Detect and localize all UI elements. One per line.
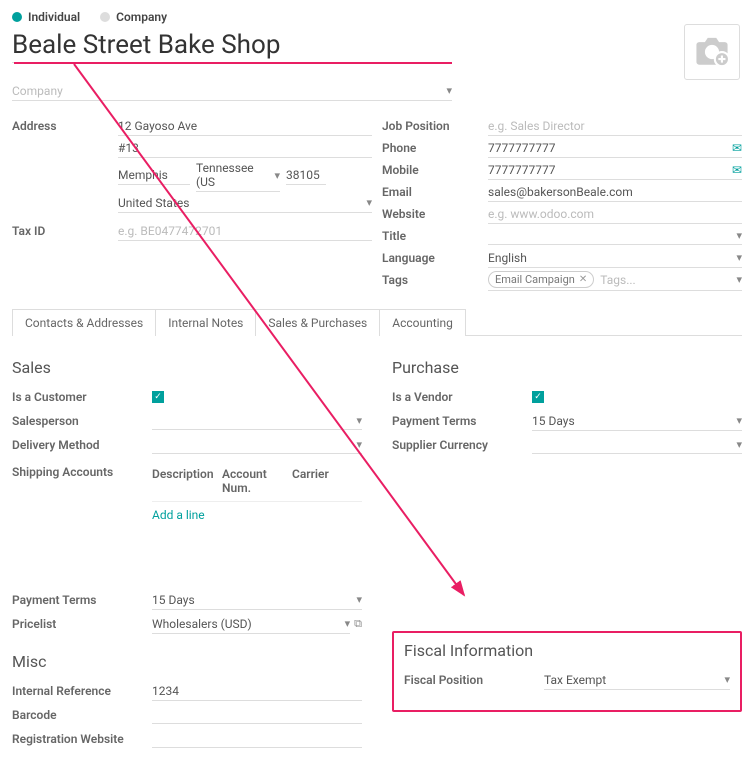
language-label: Language (382, 251, 488, 265)
col-description: Description (152, 467, 222, 495)
shipping-table-header: Description Account Num. Carrier (152, 461, 362, 502)
fiscal-position-select[interactable]: Tax Exempt▾ (544, 671, 730, 690)
reg-website-label: Registration Website (12, 732, 152, 746)
job-label: Job Position (382, 119, 488, 133)
tab-contacts[interactable]: Contacts & Addresses (13, 310, 156, 336)
tags-placeholder: Tags... (600, 273, 635, 287)
internal-ref-label: Internal Reference (12, 684, 152, 698)
phone-input[interactable]: 7777777777✉ (488, 139, 742, 158)
col-carrier: Carrier (292, 467, 362, 495)
tags-label: Tags (382, 273, 488, 287)
sales-payment-terms-label: Payment Terms (12, 593, 152, 607)
remove-tag-icon[interactable]: ✕ (579, 274, 587, 285)
chevron-down-icon: ▾ (446, 84, 452, 98)
sales-heading: Sales (12, 358, 362, 377)
email-input[interactable]: sales@bakersonBeale.com (488, 183, 742, 202)
street2-input[interactable]: #13 (118, 139, 372, 158)
supplier-currency-select[interactable]: ▾ (532, 436, 742, 454)
pricelist-label: Pricelist (12, 617, 152, 631)
language-select[interactable]: English▾ (488, 249, 742, 268)
radio-individual-label: Individual (28, 10, 80, 24)
taxid-label: Tax ID (12, 224, 118, 238)
company-placeholder: Company (12, 84, 63, 98)
is-customer-label: Is a Customer (12, 390, 152, 404)
sales-section: Sales Is a Customer ✓ Salesperson ▾ Deli… (12, 350, 362, 751)
external-link-icon[interactable]: ⧉ (354, 617, 362, 631)
is-vendor-label: Is a Vendor (392, 390, 532, 404)
add-line-link[interactable]: Add a line (152, 502, 362, 528)
purchase-payment-terms-label: Payment Terms (392, 414, 532, 428)
fiscal-section: Fiscal Information Fiscal Position Tax E… (392, 631, 742, 712)
delivery-label: Delivery Method (12, 438, 152, 452)
phone-label: Phone (382, 141, 488, 155)
is-vendor-checkbox[interactable]: ✓ (532, 391, 544, 403)
pricelist-select[interactable]: Wholesalers (USD)▾ (152, 615, 350, 634)
purchase-payment-terms-select[interactable]: 15 Days▾ (532, 412, 742, 431)
image-upload[interactable] (684, 24, 740, 80)
zip-input[interactable]: 38105 (286, 166, 326, 185)
fiscal-heading: Fiscal Information (404, 641, 730, 660)
radio-individual[interactable]: Individual (12, 10, 80, 24)
delivery-select[interactable]: ▾ (152, 436, 362, 454)
radio-company-label: Company (116, 10, 167, 24)
website-input[interactable]: e.g. www.odoo.com (488, 205, 742, 224)
internal-ref-input[interactable]: 1234 (152, 682, 362, 701)
country-select[interactable]: United States▾ (118, 194, 372, 213)
camera-plus-icon (695, 37, 729, 67)
job-input[interactable]: e.g. Sales Director (488, 117, 742, 136)
barcode-input[interactable] (152, 706, 362, 724)
taxid-input[interactable]: e.g. BE0477472701 (118, 222, 372, 241)
barcode-label: Barcode (12, 708, 152, 722)
shipping-label: Shipping Accounts (12, 457, 152, 479)
mobile-label: Mobile (382, 163, 488, 177)
tags-input[interactable]: Email Campaign✕ Tags... ▾ (488, 269, 742, 291)
reg-website-input[interactable] (152, 730, 362, 748)
tag-chip[interactable]: Email Campaign✕ (488, 271, 594, 288)
radio-company[interactable]: Company (100, 10, 167, 24)
address-column: Address 12 Gayoso Ave #13 Memphis Tennes… (12, 115, 372, 291)
info-column: Job Position e.g. Sales Director Phone 7… (382, 115, 742, 291)
tabs: Contacts & Addresses Internal Notes Sale… (12, 309, 466, 336)
misc-heading: Misc (12, 652, 362, 671)
annotation-underline (14, 62, 452, 64)
address-label: Address (12, 119, 118, 133)
title-select[interactable]: ▾ (488, 227, 742, 245)
supplier-currency-label: Supplier Currency (392, 438, 532, 452)
sms-icon[interactable]: ✉ (732, 141, 742, 155)
tab-internal-notes[interactable]: Internal Notes (156, 310, 256, 336)
tab-accounting[interactable]: Accounting (380, 310, 465, 336)
mobile-input[interactable]: 7777777777✉ (488, 161, 742, 180)
tab-sales-purchases[interactable]: Sales & Purchases (256, 310, 380, 336)
sms-icon[interactable]: ✉ (732, 163, 742, 177)
fiscal-position-label: Fiscal Position (404, 673, 544, 687)
street-input[interactable]: 12 Gayoso Ave (118, 117, 372, 136)
contact-type-radios: Individual Company (12, 10, 742, 24)
is-customer-checkbox[interactable]: ✓ (152, 391, 164, 403)
state-select[interactable]: Tennessee (US▾ (196, 159, 280, 192)
website-label: Website (382, 207, 488, 221)
sales-payment-terms-select[interactable]: 15 Days▾ (152, 591, 362, 610)
city-input[interactable]: Memphis (118, 166, 190, 185)
purchase-heading: Purchase (392, 358, 742, 377)
col-account-num: Account Num. (222, 467, 292, 495)
email-label: Email (382, 185, 488, 199)
title-label: Title (382, 229, 488, 243)
purchase-section: Purchase Is a Vendor ✓ Payment Terms 15 … (392, 350, 742, 751)
company-select[interactable]: Company ▾ (12, 80, 452, 101)
salesperson-select[interactable]: ▾ (152, 412, 362, 430)
salesperson-label: Salesperson (12, 414, 152, 428)
contact-name-input[interactable]: Beale Street Bake Shop (12, 30, 452, 63)
